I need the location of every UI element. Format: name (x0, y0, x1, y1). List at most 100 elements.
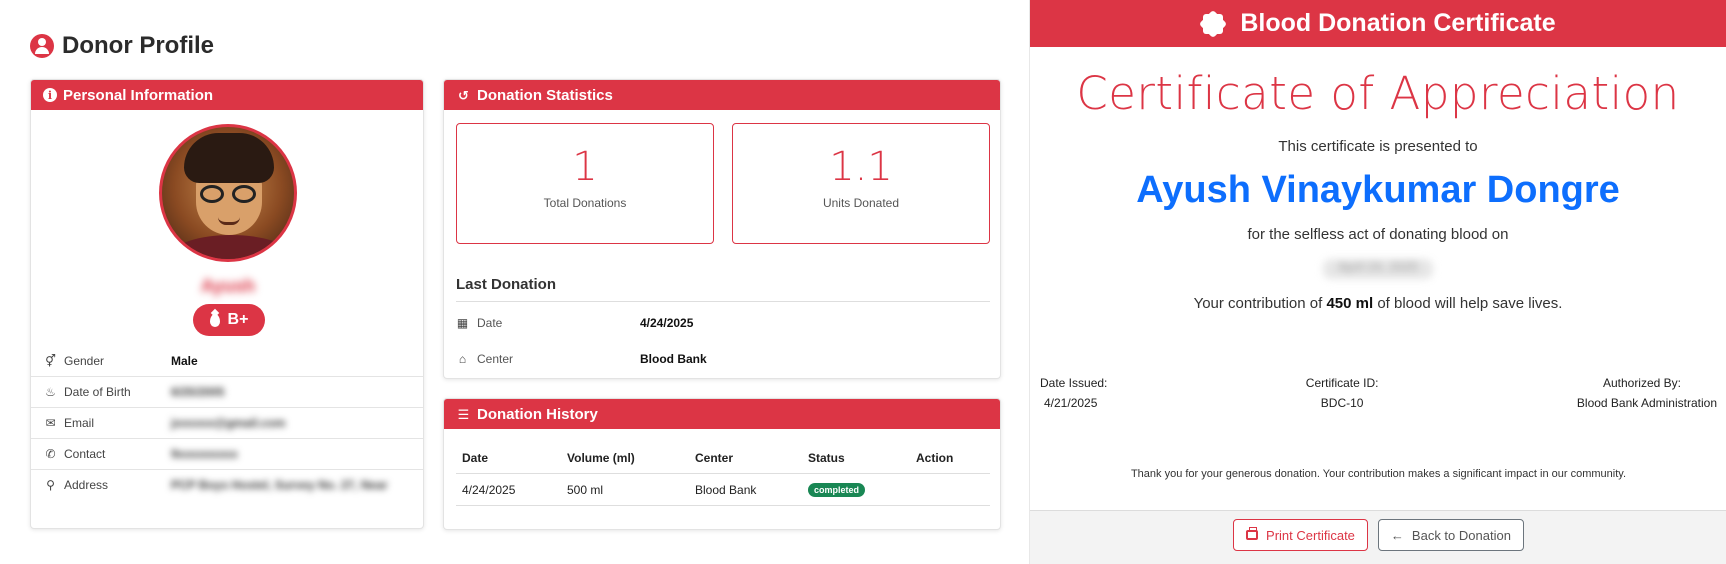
authorized-value: Blood Bank Administration (1576, 396, 1717, 410)
history-icon: ↺ (458, 87, 469, 103)
phone-icon: ✆ (45, 447, 56, 461)
dob-value: 6/25/2005 (171, 385, 225, 399)
last-date-value: 4/24/2025 (640, 316, 694, 330)
info-row-gender: ⚥ Gender Male (31, 346, 423, 377)
status-badge: completed (808, 483, 866, 497)
map-marker-icon: ⚲ (46, 478, 55, 492)
gender-label: Gender (64, 354, 105, 368)
certificate-contribution: Your contribution of 450 ml of blood wil… (1030, 295, 1726, 312)
date-issued-block: Date Issued: 4/21/2025 (1040, 376, 1107, 410)
units-donated-label: Units Donated (822, 196, 900, 210)
stats-title: Donation Statistics (477, 86, 613, 104)
last-center-value: Blood Bank (640, 352, 707, 366)
col-center: Center (689, 443, 802, 474)
cake-icon: ♨ (45, 385, 56, 399)
certificate-recipient: Ayush Vinaykumar Dongre (1136, 169, 1620, 211)
back-label: Back to Donation (1411, 527, 1511, 543)
row-center: Blood Bank (689, 473, 802, 506)
back-to-donation-button[interactable]: ← Back to Donation (1377, 519, 1524, 551)
units-donated-value: 1.1 (829, 144, 893, 190)
certificate-header: Blood Donation Certificate (1030, 0, 1726, 47)
list-icon: ☰ (457, 406, 470, 422)
clinic-icon: ⌂ (458, 352, 467, 366)
envelope-icon: ✉ (45, 416, 56, 430)
certificate-for-text: for the selfless act of donating blood o… (1247, 226, 1509, 243)
table-row: 4/24/2025 500 ml Blood Bank completed (456, 473, 990, 506)
contribution-amount: 450 ml (1326, 295, 1374, 312)
row-action (910, 473, 990, 506)
address-label: Address (64, 478, 109, 492)
units-donated-box: 1.1 Units Donated (732, 123, 990, 244)
last-donation-center-row: ⌂ Center Blood Bank (456, 352, 990, 366)
contact-value: 9xxxxxxxxx (171, 447, 238, 461)
row-date: 4/24/2025 (456, 473, 561, 506)
app-root: Donor Profile i Personal Information Ayu… (0, 0, 1726, 564)
user-circle-icon (30, 34, 54, 58)
last-date-label: Date (477, 316, 503, 330)
authorized-block: Authorized By: Blood Bank Administration (1577, 376, 1717, 410)
arrow-left-icon: ← (1390, 527, 1404, 543)
blood-group-text: B+ (227, 311, 249, 328)
donor-name: Ayush (200, 276, 256, 296)
certificate-meta: Date Issued: 4/21/2025 Certificate ID: B… (1040, 376, 1717, 410)
personal-info-table: ⚥ Gender Male ♨ Date of Birth 6/25/2005 ✉ E… (31, 346, 423, 510)
gender-icon: ⚥ (45, 354, 56, 368)
col-action: Action (910, 443, 990, 474)
personal-info-card: i Personal Information Ayush B+ ⚥ Gender … (30, 79, 424, 529)
total-donations-label: Total Donations (543, 196, 627, 210)
col-status: Status (802, 443, 910, 474)
blood-drop-icon (209, 313, 220, 327)
dob-label: Date of Birth (64, 385, 131, 399)
certificate-header-text: Blood Donation Certificate (1240, 9, 1556, 37)
info-row-email: ✉ Email jxxxxxx@gmail.com (31, 408, 423, 439)
certificate-id-value: BDC-10 (1320, 396, 1364, 410)
date-issued-value: 4/21/2025 (1044, 396, 1098, 410)
certificate-thanks: Thank you for your generous donation. Yo… (1130, 468, 1627, 480)
contribution-suffix: of blood will help save lives. (1373, 295, 1563, 312)
row-volume: 500 ml (561, 473, 689, 506)
contact-label: Contact (64, 447, 106, 461)
printer-icon (1246, 527, 1259, 540)
address-value: PCP Boys Hostel, Survey No. 27, Near (171, 478, 388, 492)
history-header-row: Date Volume (ml) Center Status Action (456, 443, 990, 474)
date-issued-label: Date Issued: (1040, 376, 1108, 390)
donation-history-card: ☰ Donation History Date Volume (ml) Cent… (443, 398, 1001, 530)
email-label: Email (64, 416, 95, 430)
stats-header: ↺ Donation Statistics (444, 80, 1000, 110)
history-header: ☰ Donation History (444, 399, 1000, 429)
certificate-footer: Print Certificate ← Back to Donation (1030, 510, 1726, 564)
donation-stats-card: ↺ Donation Statistics 1 Total Donations … (443, 79, 1001, 379)
total-donations-value: 1 (572, 144, 598, 190)
certificate-id-block: Certificate ID: BDC-10 (1306, 376, 1379, 410)
certificate-panel: Blood Donation Certificate Certificate o… (1029, 0, 1726, 564)
certificate-donation-date: April 24, 2025 (1323, 259, 1433, 279)
last-donation-title: Last Donation (456, 276, 990, 302)
gender-value: Male (171, 354, 198, 368)
col-volume: Volume (ml) (561, 443, 689, 474)
personal-info-header: i Personal Information (31, 80, 423, 110)
authorized-label: Authorized By: (1602, 376, 1681, 390)
personal-info-title: Personal Information (63, 86, 214, 104)
col-date: Date (456, 443, 561, 474)
avatar (159, 124, 297, 262)
print-label: Print Certificate (1266, 527, 1355, 543)
print-certificate-button[interactable]: Print Certificate (1233, 519, 1368, 551)
page-title: Donor Profile (30, 32, 214, 60)
total-donations-box: 1 Total Donations (456, 123, 714, 244)
info-row-contact: ✆ Contact 9xxxxxxxxx (31, 439, 423, 470)
history-table: Date Volume (ml) Center Status Action 4/… (456, 443, 990, 506)
info-row-address: ⚲ Address PCP Boys Hostel, Survey No. 27,… (31, 470, 423, 510)
blood-group-badge: B+ (193, 304, 265, 336)
history-title: Donation History (477, 405, 598, 423)
email-value: jxxxxxx@gmail.com (171, 416, 286, 430)
last-center-label: Center (477, 352, 514, 366)
last-donation-date-row: ▦ Date 4/24/2025 (456, 316, 990, 330)
certificate-id-label: Certificate ID: (1305, 376, 1379, 390)
contribution-prefix: Your contribution of (1193, 295, 1327, 312)
certificate-title: Certificate of Appreciation (1076, 67, 1680, 120)
calendar-icon: ▦ (456, 316, 469, 330)
info-row-dob: ♨ Date of Birth 6/25/2005 (31, 377, 423, 408)
certificate-presented-text: This certificate is presented to (1278, 138, 1478, 155)
info-icon: i (43, 88, 57, 102)
certificate-badge-icon (1200, 11, 1226, 37)
